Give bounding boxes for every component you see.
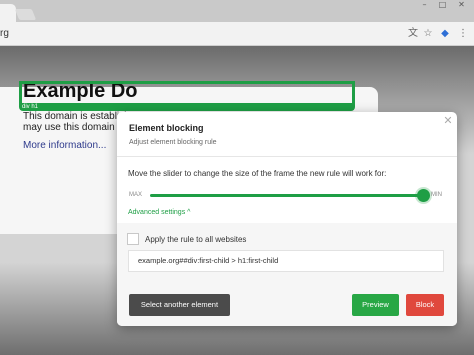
- menu-icon[interactable]: ⋮: [456, 27, 470, 41]
- advanced-settings-toggle[interactable]: Advanced settings ^: [128, 209, 190, 216]
- translate-icon[interactable]: 文: [406, 27, 420, 41]
- selection-tag: div h1: [22, 104, 39, 110]
- apply-all-checkbox[interactable]: [127, 233, 139, 245]
- bookmark-star-icon[interactable]: ☆: [421, 27, 435, 41]
- selection-label-bar: [19, 103, 355, 111]
- extension-shield-icon[interactable]: ◆: [438, 27, 452, 41]
- divider: [117, 156, 457, 157]
- browser-toolbar: rg 文 ☆ ◆ ⋮: [0, 22, 474, 46]
- close-icon[interactable]: ✕: [442, 115, 454, 127]
- address-bar-url[interactable]: rg: [0, 28, 9, 39]
- maximize-icon[interactable]: □: [436, 0, 449, 9]
- more-information-link[interactable]: More information...: [23, 140, 106, 151]
- slider-min-label: MIN: [431, 192, 442, 198]
- slider-description: Move the slider to change the size of th…: [128, 169, 387, 178]
- preview-button[interactable]: Preview: [352, 294, 399, 316]
- select-another-element-button[interactable]: Select another element: [129, 294, 230, 316]
- dialog-subtitle: Adjust element blocking rule: [129, 139, 217, 146]
- element-blocking-dialog: Element blocking Adjust element blocking…: [117, 112, 457, 326]
- minimize-icon[interactable]: –: [418, 0, 431, 9]
- slider-track[interactable]: [150, 194, 423, 197]
- browser-tab[interactable]: [0, 4, 16, 22]
- rule-text-field[interactable]: example.org##div:first-child > h1:first-…: [128, 250, 444, 272]
- tab-strip: – □ ✕: [0, 0, 474, 22]
- close-window-icon[interactable]: ✕: [455, 0, 468, 9]
- apply-all-label[interactable]: Apply the rule to all websites: [145, 235, 246, 244]
- new-tab-button[interactable]: [14, 9, 37, 20]
- block-button[interactable]: Block: [406, 294, 444, 316]
- dialog-title: Element blocking: [129, 123, 204, 133]
- slider-max-label: MAX: [129, 192, 143, 198]
- slider-handle[interactable]: [417, 189, 430, 202]
